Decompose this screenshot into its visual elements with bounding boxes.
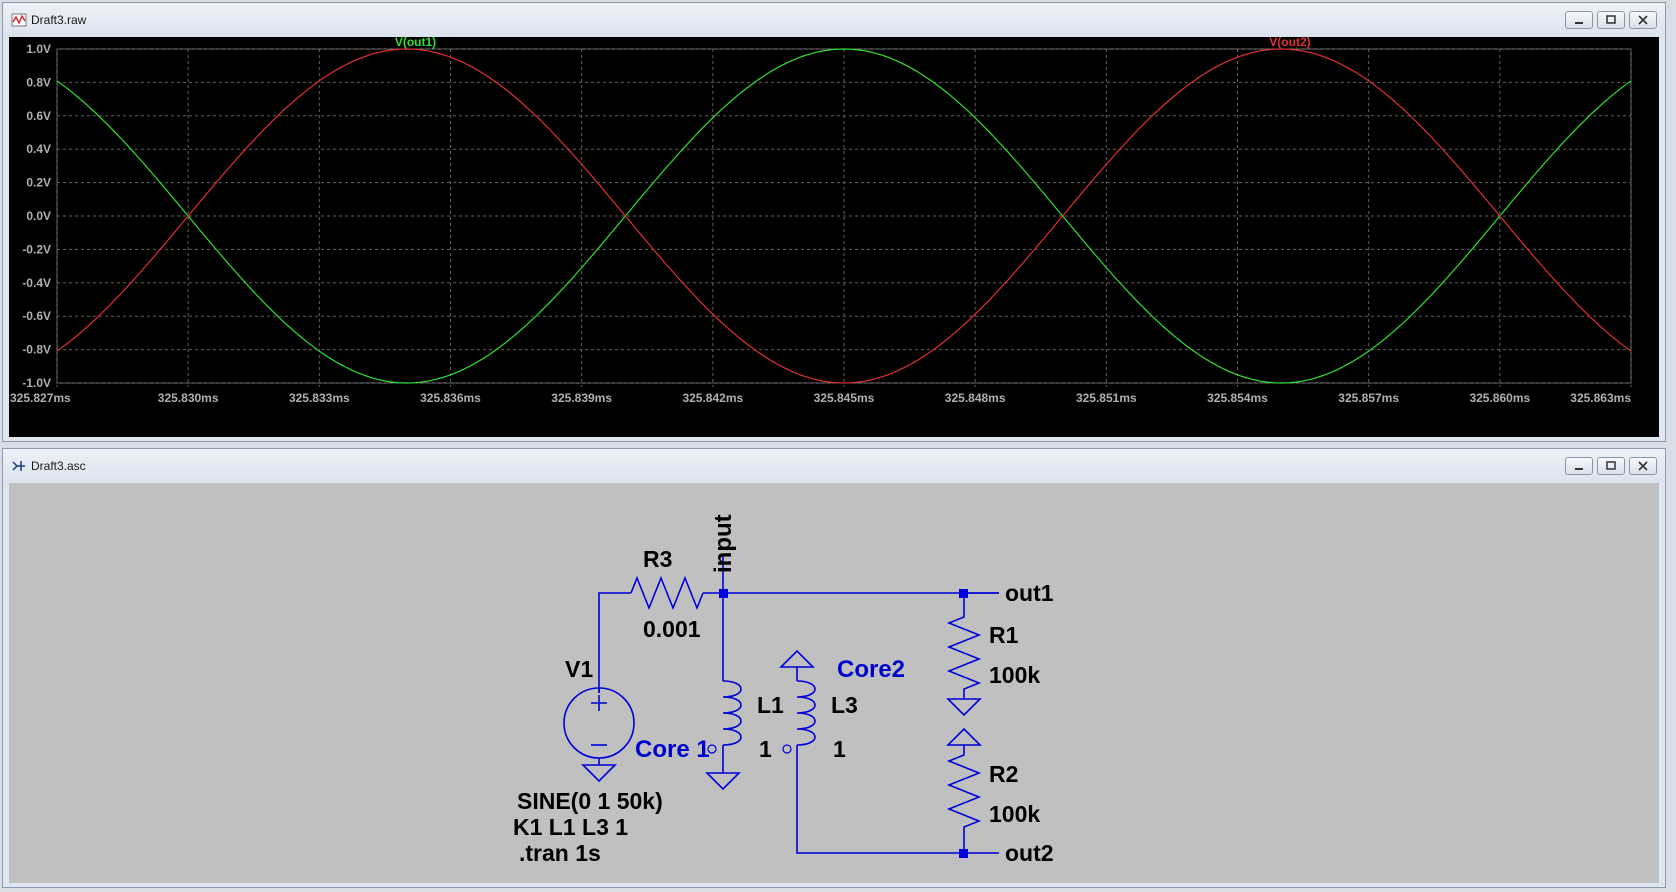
l1-name[interactable]: L1 [757,692,784,718]
y-tick-label: 0.4V [26,142,51,156]
minimize-button[interactable] [1565,457,1593,475]
k-directive[interactable]: K1 L1 L3 1 [513,814,628,840]
schematic-window[interactable]: Draft3.asc input out1 out2 R3 0.001 R1 1… [2,448,1666,888]
ground-symbol [705,772,741,791]
l3-value[interactable]: 1 [833,736,846,762]
x-tick-label: 325.854ms [1207,391,1268,405]
l3-phase-dot [782,744,792,754]
waveform-window-titlebar[interactable]: Draft3.raw [3,3,1665,37]
junction-out2 [959,849,968,858]
x-tick-label: 325.863ms [1570,391,1631,405]
net-label-out1[interactable]: out1 [1005,580,1054,606]
schematic-window-title: Draft3.asc [31,459,86,473]
x-tick-label: 325.839ms [551,391,612,405]
r2-value[interactable]: 100k [989,801,1040,827]
schematic-window-titlebar[interactable]: Draft3.asc [3,449,1665,483]
minimize-icon [1575,468,1583,470]
r3-name[interactable]: R3 [643,546,672,572]
y-tick-label: -0.4V [22,276,51,290]
y-tick-label: -1.0V [22,376,51,390]
close-button[interactable] [1629,457,1657,475]
waveform-window[interactable]: Draft3.raw 1.0V 0.8V 0.6V 0.4V 0.2V 0.0V -0.2V… [2,2,1666,442]
r3-value[interactable]: 0.001 [643,616,701,642]
maximize-icon [1606,461,1616,470]
close-button[interactable] [1629,11,1657,29]
l3-name[interactable]: L3 [831,692,858,718]
minimize-button[interactable] [1565,11,1593,29]
ground-symbol [946,698,982,717]
v1-name[interactable]: V1 [565,656,593,682]
maximize-button[interactable] [1597,11,1625,29]
schematic-icon [12,461,25,471]
wire-v1-r3 [598,592,631,693]
r2-top-flag-symbol [946,727,982,746]
legend-vout2[interactable]: V(out2) [1269,35,1310,49]
r1-value[interactable]: 100k [989,662,1040,688]
y-tick-label: -0.2V [22,242,51,256]
resistor-r3-symbol[interactable] [630,575,704,611]
x-tick-label: 325.851ms [1076,391,1137,405]
inductor-l1-symbol[interactable] [722,680,742,746]
r2-name[interactable]: R2 [989,761,1018,787]
wire-l3-out2 [796,745,964,854]
y-tick-label: -0.6V [22,309,51,323]
waveform-window-title: Draft3.raw [31,13,87,27]
waveform-icon [11,13,27,27]
x-tick-label: 325.845ms [814,391,875,405]
y-tick-label: 0.2V [26,176,51,190]
legend-vout1[interactable]: V(out1) [395,35,436,49]
close-icon [1638,15,1648,25]
schematic-canvas[interactable]: input out1 out2 R3 0.001 R1 100k R2 100k… [9,483,1659,883]
waveform-plot-pane[interactable]: 1.0V 0.8V 0.6V 0.4V 0.2V 0.0V -0.2V -0.4V -0.6V -… [9,35,1661,439]
r1-name[interactable]: R1 [989,622,1019,648]
plus-icon [591,695,607,711]
v1-value[interactable]: SINE(0 1 50k) [517,788,663,814]
inductor-l3-symbol[interactable] [796,680,816,746]
minimize-icon [1575,22,1583,24]
y-tick-label: 0.8V [26,75,51,89]
y-tick-label: 0.0V [26,209,51,223]
l1-value[interactable]: 1 [759,736,772,762]
core1-label[interactable]: Core 1 [635,736,710,763]
x-tick-label: 325.848ms [945,391,1006,405]
x-tick-label: 325.842ms [682,391,743,405]
net-label-input[interactable]: input [710,514,737,573]
junction-out1 [959,589,968,598]
x-tick-label: 325.830ms [158,391,219,405]
y-tick-label: 0.6V [26,109,51,123]
waveform-chart[interactable]: 1.0V 0.8V 0.6V 0.4V 0.2V 0.0V -0.2V -0.4V -0.6V -… [9,35,1661,439]
maximize-icon [1606,15,1616,24]
x-tick-label: 325.836ms [420,391,481,405]
ground-symbol [581,764,617,783]
x-tick-label: 325.860ms [1469,391,1530,405]
y-tick-label: -0.8V [22,343,51,357]
resistor-r2-symbol[interactable] [946,745,982,853]
x-tick-label: 325.827ms [10,391,71,405]
y-tick-label: 1.0V [26,42,51,56]
core2-flag-symbol [779,649,815,668]
resistor-r1-symbol[interactable] [946,593,982,699]
maximize-button[interactable] [1597,457,1625,475]
net-label-out2[interactable]: out2 [1005,840,1054,866]
tran-directive[interactable]: .tran 1s [519,840,601,866]
core2-label[interactable]: Core2 [837,656,905,683]
close-icon [1638,461,1648,471]
junction-input [719,589,728,598]
x-tick-label: 325.833ms [289,391,350,405]
schematic-drawing[interactable]: input out1 out2 R3 0.001 R1 100k R2 100k… [9,483,1661,885]
x-tick-label: 325.857ms [1338,391,1399,405]
